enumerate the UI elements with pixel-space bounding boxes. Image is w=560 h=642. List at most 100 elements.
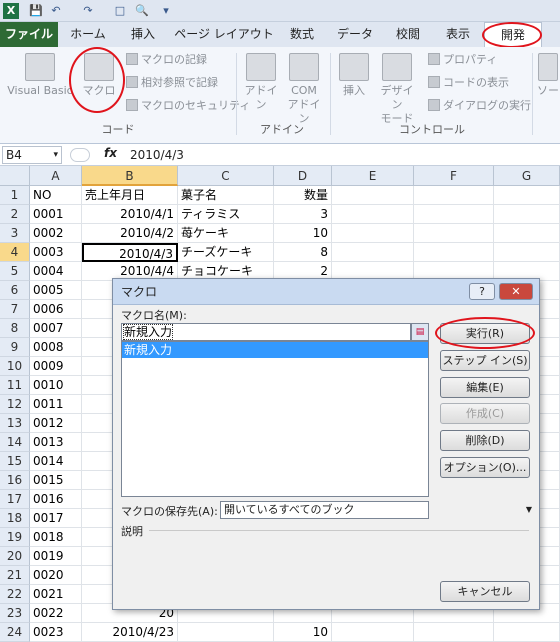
fx-icon[interactable]: fx xyxy=(104,146,117,160)
cell-c[interactable]: チーズケーキ xyxy=(178,243,274,262)
cell-d[interactable]: 10 xyxy=(274,623,332,642)
cell-b[interactable]: 2010/4/2 xyxy=(82,224,178,243)
cell-g[interactable] xyxy=(494,186,560,205)
cell-b[interactable]: 2010/4/23 xyxy=(82,623,178,642)
row-header[interactable]: 6 xyxy=(0,281,30,300)
cell-d[interactable]: 数量 xyxy=(274,186,332,205)
row-header[interactable]: 15 xyxy=(0,452,30,471)
create-button[interactable]: 作成(C) xyxy=(440,403,530,424)
list-item[interactable]: 新規入力 xyxy=(122,342,428,358)
column-header[interactable]: C xyxy=(178,166,274,186)
help-button[interactable]: ? xyxy=(469,283,495,300)
cell-a[interactable]: 0012 xyxy=(30,414,82,433)
design-mode-button[interactable]: デザイン モード xyxy=(376,53,418,126)
chevron-down-icon[interactable]: ▾ xyxy=(53,147,58,163)
cell-a[interactable]: NO xyxy=(30,186,82,205)
options-button[interactable]: オプション(O)... xyxy=(440,457,530,478)
macro-security-button[interactable]: マクロのセキュリティ xyxy=(126,97,250,115)
edit-button[interactable]: 編集(E) xyxy=(440,377,530,398)
row-header[interactable]: 14 xyxy=(0,433,30,452)
row-header[interactable]: 4 xyxy=(0,243,30,262)
row-header[interactable]: 23 xyxy=(0,604,30,623)
cell-d[interactable]: 10 xyxy=(274,224,332,243)
print-preview-icon[interactable]: 🔍 xyxy=(134,3,150,19)
cell-a[interactable]: 0016 xyxy=(30,490,82,509)
cell-f[interactable] xyxy=(414,186,494,205)
name-box[interactable]: B4 ▾ xyxy=(2,146,62,164)
row-header[interactable]: 5 xyxy=(0,262,30,281)
select-all-corner[interactable] xyxy=(0,166,30,186)
column-header[interactable]: E xyxy=(332,166,414,186)
addin-button[interactable]: アドイン xyxy=(240,53,282,112)
row-header[interactable]: 20 xyxy=(0,547,30,566)
column-header[interactable]: B xyxy=(82,166,178,186)
cell-a[interactable]: 0006 xyxy=(30,300,82,319)
row-header[interactable]: 17 xyxy=(0,490,30,509)
row-header[interactable]: 2 xyxy=(0,205,30,224)
row-header[interactable]: 22 xyxy=(0,585,30,604)
tab-data[interactable]: データ xyxy=(328,22,382,47)
redo-icon[interactable]: ↷ xyxy=(80,3,96,19)
macro-list[interactable]: 新規入力 xyxy=(121,341,429,497)
cell-a[interactable]: 0015 xyxy=(30,471,82,490)
relative-reference-button[interactable]: 相対参照で記録 xyxy=(126,74,218,92)
visual-basic-button[interactable]: Visual Basic xyxy=(4,53,76,98)
row-header[interactable]: 10 xyxy=(0,357,30,376)
column-header[interactable]: D xyxy=(274,166,332,186)
cell-a[interactable]: 0020 xyxy=(30,566,82,585)
tab-review[interactable]: 校閲 xyxy=(386,22,430,47)
cell-a[interactable]: 0003 xyxy=(30,243,82,262)
row-header[interactable]: 7 xyxy=(0,300,30,319)
cell-e[interactable] xyxy=(332,243,414,262)
com-addin-button[interactable]: COM アドイン xyxy=(284,53,324,126)
save-icon[interactable]: 💾 xyxy=(28,3,44,19)
view-code-button[interactable]: コードの表示 xyxy=(428,74,509,92)
undo-icon[interactable]: ↶ xyxy=(48,3,64,19)
cell-g[interactable] xyxy=(494,205,560,224)
cell-a[interactable]: 0019 xyxy=(30,547,82,566)
row-header[interactable]: 12 xyxy=(0,395,30,414)
cell-a[interactable]: 0018 xyxy=(30,528,82,547)
formula-bar-toggle[interactable] xyxy=(70,148,90,162)
cell-a[interactable]: 0021 xyxy=(30,585,82,604)
cell-a[interactable]: 0005 xyxy=(30,281,82,300)
active-cell[interactable]: 2010/4/3 xyxy=(82,243,178,262)
cell-g[interactable] xyxy=(494,243,560,262)
cell-g[interactable] xyxy=(494,623,560,642)
cell-b[interactable]: 売上年月日 xyxy=(82,186,178,205)
row-header[interactable]: 8 xyxy=(0,319,30,338)
tab-insert[interactable]: 挿入 xyxy=(118,22,168,47)
step-in-button[interactable]: ステップ イン(S) xyxy=(440,350,530,371)
tab-page-layout[interactable]: ページ レイアウト xyxy=(172,22,276,47)
cell-c[interactable]: 苺ケーキ xyxy=(178,224,274,243)
insert-control-button[interactable]: 挿入 xyxy=(334,53,374,98)
cell-a[interactable]: 0017 xyxy=(30,509,82,528)
cell-d[interactable]: 8 xyxy=(274,243,332,262)
row-header[interactable]: 1 xyxy=(0,186,30,205)
cell-a[interactable]: 0001 xyxy=(30,205,82,224)
chevron-down-icon[interactable]: ▼ xyxy=(522,503,536,517)
range-picker-icon[interactable]: ▤ xyxy=(411,323,429,341)
row-header[interactable]: 13 xyxy=(0,414,30,433)
cell-e[interactable] xyxy=(332,205,414,224)
cell-c[interactable]: ティラミス xyxy=(178,205,274,224)
close-icon[interactable]: ✕ xyxy=(499,283,533,300)
cell-a[interactable]: 0008 xyxy=(30,338,82,357)
customize-qat-icon[interactable]: ▾ xyxy=(158,3,174,19)
cell-a[interactable]: 0007 xyxy=(30,319,82,338)
cell-a[interactable]: 0010 xyxy=(30,376,82,395)
cell-a[interactable]: 0023 xyxy=(30,623,82,642)
tab-home[interactable]: ホーム xyxy=(62,22,114,47)
row-header[interactable]: 3 xyxy=(0,224,30,243)
cell-f[interactable] xyxy=(414,224,494,243)
cell-a[interactable]: 0014 xyxy=(30,452,82,471)
delete-button[interactable]: 削除(D) xyxy=(440,430,530,451)
properties-button[interactable]: プロパティ xyxy=(428,51,497,69)
column-header[interactable]: F xyxy=(414,166,494,186)
row-header[interactable]: 24 xyxy=(0,623,30,642)
cell-e[interactable] xyxy=(332,623,414,642)
tab-file[interactable]: ファイル xyxy=(0,22,58,47)
cell-b[interactable]: 2010/4/1 xyxy=(82,205,178,224)
cell-c[interactable]: 菓子名 xyxy=(178,186,274,205)
column-header[interactable]: A xyxy=(30,166,82,186)
